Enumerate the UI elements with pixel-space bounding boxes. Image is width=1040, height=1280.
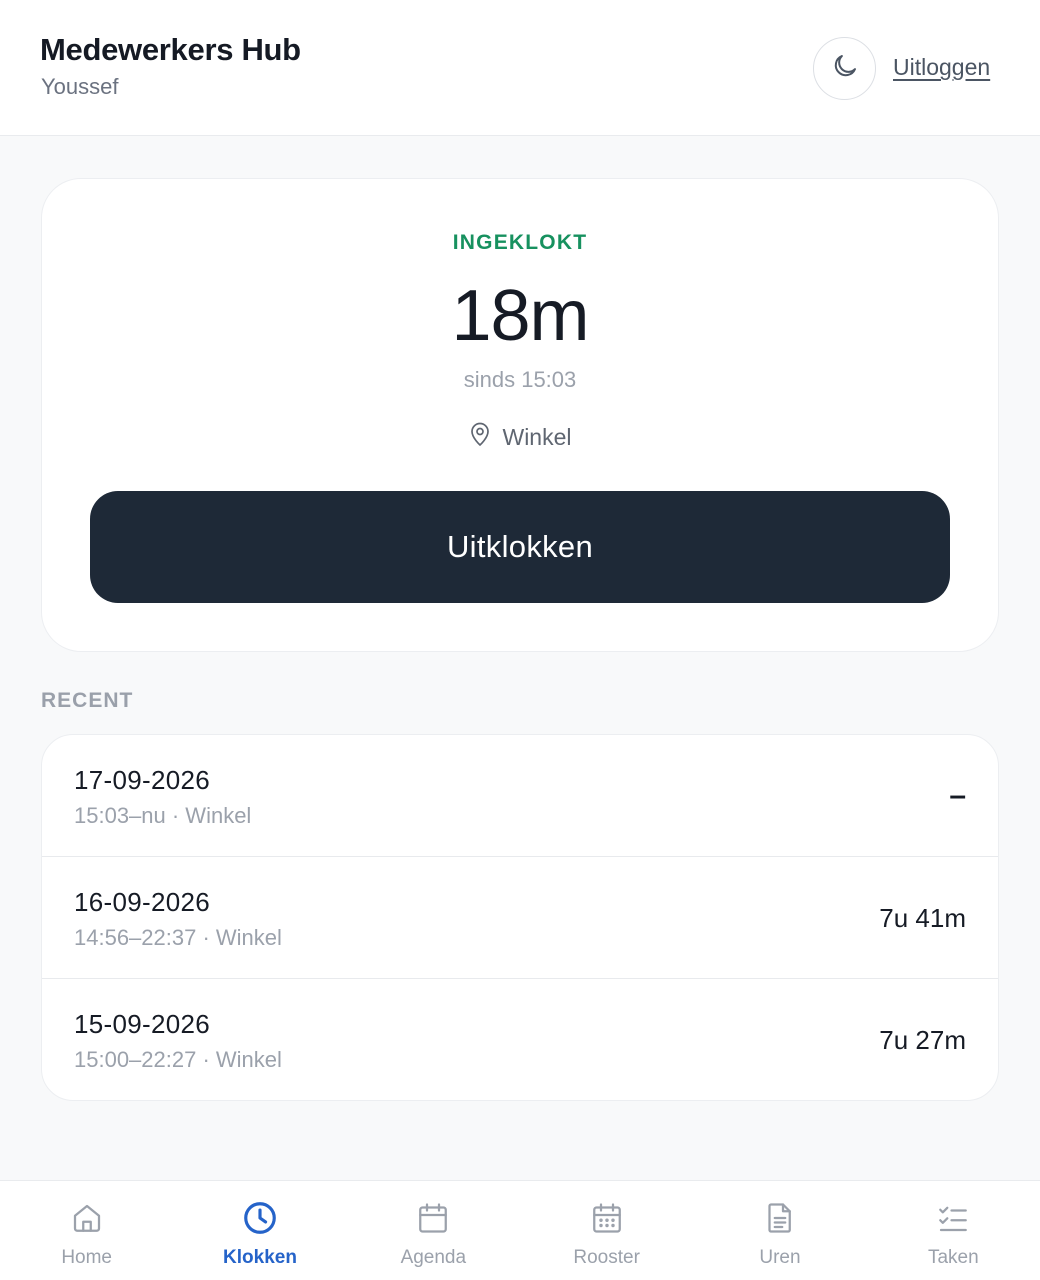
theme-toggle-button[interactable] [813,37,876,100]
location-name: Winkel [502,423,572,450]
app-title: Medewerkers Hub [40,32,301,67]
entry-duration: – [949,779,966,812]
bottom-navigation: Home Klokken Agenda Rooster Uren Taken [0,1180,1040,1280]
home-icon [69,1199,105,1237]
nav-label: Rooster [573,1247,640,1268]
nav-label: Agenda [400,1247,467,1268]
map-pin-icon [468,421,492,453]
nav-item-home[interactable]: Home [0,1181,173,1280]
moon-icon [830,51,860,86]
nav-item-agenda[interactable]: Agenda [347,1181,520,1280]
nav-label: Taken [927,1247,979,1268]
logout-link[interactable]: Uitloggen [893,54,990,81]
clock-status-label: INGEKLOKT [452,231,588,254]
clock-icon [241,1199,279,1237]
clock-out-button[interactable]: Uitklokken [90,491,950,603]
entry-time-location: 14:56–22:37 · Winkel [74,925,282,950]
entry-date: 15-09-2026 [74,1009,210,1039]
nav-label: Uren [759,1247,801,1268]
entry-date: 16-09-2026 [74,887,210,917]
elapsed-time: 18m [451,276,589,356]
entry-time-location: 15:00–22:27 · Winkel [74,1047,282,1072]
user-name: Youssef [41,74,119,99]
checklist-icon [935,1199,971,1237]
entry-duration: 7u 27m [879,1024,966,1055]
nav-item-uren[interactable]: Uren [693,1181,866,1280]
recent-heading: RECENT [41,689,134,712]
clock-status-card: INGEKLOKT 18m sinds 15:03 Winkel Uitklok… [41,178,999,652]
schedule-grid-icon [589,1199,625,1237]
list-item[interactable]: 17-09-2026 15:03–nu · Winkel – [42,735,998,857]
entry-duration: 7u 41m [879,902,966,933]
clock-in-since: sinds 15:03 [463,367,577,392]
list-item[interactable]: 16-09-2026 14:56–22:37 · Winkel 7u 41m [42,857,998,979]
entry-time-location: 15:03–nu · Winkel [74,803,252,828]
document-icon [762,1199,798,1237]
calendar-icon [415,1199,451,1237]
recent-entries-list: 17-09-2026 15:03–nu · Winkel – 16-09-202… [41,734,999,1101]
nav-item-klokken[interactable]: Klokken [173,1181,346,1280]
clock-location: Winkel [42,421,998,453]
nav-label: Home [61,1247,112,1268]
list-item[interactable]: 15-09-2026 15:00–22:27 · Winkel 7u 27m [42,979,998,1100]
entry-date: 17-09-2026 [74,765,210,795]
app-header: Medewerkers Hub Youssef Uitloggen [0,0,1040,136]
nav-item-taken[interactable]: Taken [867,1181,1040,1280]
nav-item-rooster[interactable]: Rooster [520,1181,693,1280]
nav-label: Klokken [223,1247,297,1268]
